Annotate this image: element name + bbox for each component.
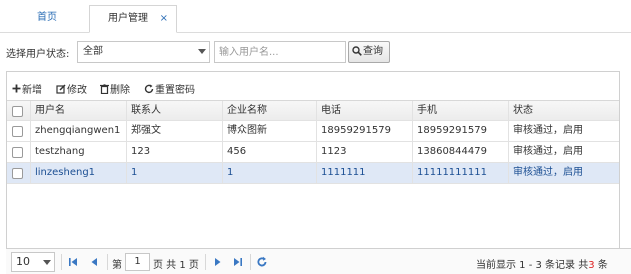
pager-separator [61,254,62,270]
cell-company: 1 [222,163,316,183]
cell-status: 审核通过，启用 [508,142,620,162]
search-bar: 选择用户状态: 全部 查询 [0,41,620,63]
cell-phone: 1123 [316,142,412,162]
column-header-mobile[interactable]: 手机 [412,101,508,121]
cell-contact: 1 [126,163,222,183]
pagination-bar: 10 第 1 页 共 1 页 当前显示 1 - 3 条记录 共3 条 [6,248,631,274]
tab-bar: 首页 用户管理 × [0,0,631,33]
select-all-checkbox[interactable] [12,106,23,117]
cell-username: testzhang [30,142,126,162]
delete-button-label: 删除 [110,85,130,96]
page-prefix-label: 第 [112,260,122,271]
row-checkbox[interactable] [12,126,23,137]
refresh-icon [144,84,154,93]
cell-company: 456 [222,142,316,162]
cell-mobile: 11111111111 [412,163,508,183]
refresh-icon[interactable] [256,256,268,268]
record-info-prefix: 当前显示 1 - 3 条记录 共 [476,260,589,271]
pager-separator [205,254,206,270]
search-icon [352,46,362,56]
grid-toolbar: 新增 修改 删除 重置密码 [7,72,620,100]
row-select-cell [7,121,30,141]
row-checkbox[interactable] [12,147,23,158]
reset-password-button[interactable]: 重置密码 [144,81,195,96]
panel-right-border [619,71,620,274]
cell-contact: 郑强文 [126,121,222,141]
query-button[interactable]: 查询 [348,41,390,63]
column-header-company[interactable]: 企业名称 [222,101,316,121]
last-page-icon[interactable] [232,256,244,268]
cell-company: 博众图新 [222,121,316,141]
cell-status: 审核通过，启用 [508,121,620,141]
tab-home[interactable]: 首页 [16,5,78,33]
cell-status: 审核通过，启用 [508,163,620,183]
add-button-label: 新增 [22,85,42,96]
cell-phone: 1111111 [316,163,412,183]
cell-username: zhengqiangwen1 [30,121,126,141]
column-header-contact[interactable]: 联系人 [126,101,222,121]
edit-button-label: 修改 [67,85,87,96]
previous-page-icon[interactable] [88,256,100,268]
table-row-selected[interactable]: linzesheng1 1 1 1111111 11111111111 审核通过… [7,163,620,184]
table-header: 用户名 联系人 企业名称 电话 手机 状态 [7,100,620,121]
row-checkbox[interactable] [12,168,23,179]
edit-button[interactable]: 修改 [56,81,87,96]
username-search-input[interactable] [214,41,346,63]
record-count-info: 当前显示 1 - 3 条记录 共3 条 [476,256,608,271]
pager-separator [250,254,251,270]
user-status-label: 选择用户状态: [6,49,70,60]
user-status-select[interactable]: 全部 [77,41,210,63]
row-select-cell [7,142,30,162]
page-size-value: 10 [16,255,30,268]
column-header-phone[interactable]: 电话 [316,101,412,121]
table-row[interactable]: testzhang 123 456 1123 13860844479 审核通过，… [7,142,620,163]
cell-username: linzesheng1 [30,163,126,183]
reset-password-button-label: 重置密码 [155,85,195,96]
trash-icon [100,83,109,94]
column-header-status[interactable]: 状态 [508,101,620,121]
edit-icon [56,83,66,94]
row-select-cell [7,163,30,183]
chevron-down-icon [43,260,51,265]
column-header-username[interactable]: 用户名 [30,101,126,121]
next-page-icon[interactable] [212,256,224,268]
page-total-label: 页 共 1 页 [153,260,199,271]
cell-mobile: 13860844479 [412,142,508,162]
page-size-select[interactable]: 10 [11,252,55,272]
user-status-value: 全部 [83,46,103,57]
cell-contact: 123 [126,142,222,162]
delete-button[interactable]: 删除 [100,81,130,96]
cell-phone: 18959291579 [316,121,412,141]
add-button[interactable]: 新增 [12,81,42,96]
close-icon[interactable]: × [160,6,168,32]
table-row[interactable]: zhengqiangwen1 郑强文 博众图新 18959291579 1895… [7,121,620,142]
chevron-down-icon [198,49,206,54]
pager-separator [107,254,108,270]
page-number-input[interactable]: 1 [125,253,150,271]
tab-user-management-label: 用户管理 [108,13,148,24]
first-page-icon[interactable] [67,256,79,268]
select-all-cell [7,101,30,121]
plus-icon [12,84,21,93]
user-grid-panel: 新增 修改 删除 重置密码 用户名 联系人 企业名称 电话 手机 状态 zhen… [6,71,620,274]
record-info-suffix: 条 [594,260,608,271]
cell-mobile: 18959291579 [412,121,508,141]
tab-user-management[interactable]: 用户管理 × [89,5,177,33]
query-button-label: 查询 [363,46,383,57]
